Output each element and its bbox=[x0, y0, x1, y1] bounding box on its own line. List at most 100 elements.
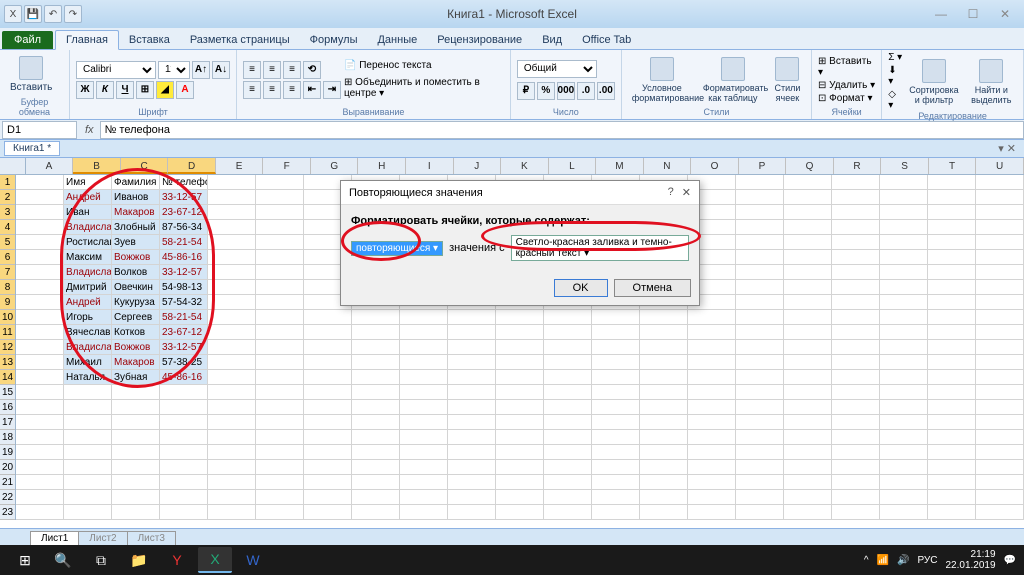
cell-M20[interactable] bbox=[592, 460, 640, 475]
cell-F20[interactable] bbox=[256, 460, 304, 475]
cell-M16[interactable] bbox=[592, 400, 640, 415]
cell-R20[interactable] bbox=[832, 460, 880, 475]
row-headers[interactable]: 1234567891011121314151617181920212223 bbox=[0, 175, 16, 520]
cell-G23[interactable] bbox=[304, 505, 352, 520]
cell-F23[interactable] bbox=[256, 505, 304, 520]
tab-data[interactable]: Данные bbox=[367, 31, 427, 49]
cell-T10[interactable] bbox=[928, 310, 976, 325]
cell-R1[interactable] bbox=[832, 175, 880, 190]
cell-N19[interactable] bbox=[640, 445, 688, 460]
cell-N15[interactable] bbox=[640, 385, 688, 400]
col-header-R[interactable]: R bbox=[834, 158, 882, 174]
cell-B2[interactable]: Андрей bbox=[64, 190, 112, 205]
cell-C8[interactable]: Овечкин bbox=[112, 280, 160, 295]
cell-B4[interactable]: Владислав bbox=[64, 220, 112, 235]
cell-D17[interactable] bbox=[160, 415, 208, 430]
cell-R8[interactable] bbox=[832, 280, 880, 295]
cell-B7[interactable]: Владислав bbox=[64, 265, 112, 280]
explorer-icon[interactable]: 📁 bbox=[122, 547, 156, 573]
cell-R12[interactable] bbox=[832, 340, 880, 355]
cell-G21[interactable] bbox=[304, 475, 352, 490]
cell-B23[interactable] bbox=[64, 505, 112, 520]
cell-A9[interactable] bbox=[16, 295, 64, 310]
cell-C13[interactable]: Макаров bbox=[112, 355, 160, 370]
orientation-icon[interactable]: ⟲ bbox=[303, 61, 321, 79]
cell-U21[interactable] bbox=[976, 475, 1024, 490]
cell-F19[interactable] bbox=[256, 445, 304, 460]
cell-T14[interactable] bbox=[928, 370, 976, 385]
cell-P5[interactable] bbox=[736, 235, 784, 250]
cell-L16[interactable] bbox=[544, 400, 592, 415]
cell-F17[interactable] bbox=[256, 415, 304, 430]
cell-I18[interactable] bbox=[400, 430, 448, 445]
cell-N23[interactable] bbox=[640, 505, 688, 520]
cell-R22[interactable] bbox=[832, 490, 880, 505]
cell-P8[interactable] bbox=[736, 280, 784, 295]
cell-K15[interactable] bbox=[496, 385, 544, 400]
cell-B22[interactable] bbox=[64, 490, 112, 505]
cell-C23[interactable] bbox=[112, 505, 160, 520]
cell-B20[interactable] bbox=[64, 460, 112, 475]
cell-E20[interactable] bbox=[208, 460, 256, 475]
cell-U1[interactable] bbox=[976, 175, 1024, 190]
cell-D5[interactable]: 58-21-54 bbox=[160, 235, 208, 250]
cell-R11[interactable] bbox=[832, 325, 880, 340]
cell-N21[interactable] bbox=[640, 475, 688, 490]
cell-M12[interactable] bbox=[592, 340, 640, 355]
tray-up-icon[interactable]: ^ bbox=[864, 555, 869, 566]
cell-C6[interactable]: Вожжов bbox=[112, 250, 160, 265]
cell-R5[interactable] bbox=[832, 235, 880, 250]
cell-G10[interactable] bbox=[304, 310, 352, 325]
cell-L22[interactable] bbox=[544, 490, 592, 505]
cell-B6[interactable]: Максим bbox=[64, 250, 112, 265]
cell-H21[interactable] bbox=[352, 475, 400, 490]
maximize-button[interactable]: ☐ bbox=[958, 5, 988, 23]
cell-Q11[interactable] bbox=[784, 325, 832, 340]
cell-B12[interactable]: Владислав bbox=[64, 340, 112, 355]
cell-I22[interactable] bbox=[400, 490, 448, 505]
cell-L10[interactable] bbox=[544, 310, 592, 325]
cell-F7[interactable] bbox=[256, 265, 304, 280]
cell-O16[interactable] bbox=[688, 400, 736, 415]
cell-S6[interactable] bbox=[880, 250, 928, 265]
cell-E15[interactable] bbox=[208, 385, 256, 400]
cell-R15[interactable] bbox=[832, 385, 880, 400]
cell-A18[interactable] bbox=[16, 430, 64, 445]
col-header-Q[interactable]: Q bbox=[786, 158, 834, 174]
cell-M19[interactable] bbox=[592, 445, 640, 460]
cell-P12[interactable] bbox=[736, 340, 784, 355]
cell-D6[interactable]: 45-86-16 bbox=[160, 250, 208, 265]
tab-review[interactable]: Рецензирование bbox=[427, 31, 532, 49]
cell-C21[interactable] bbox=[112, 475, 160, 490]
cell-T5[interactable] bbox=[928, 235, 976, 250]
cell-R19[interactable] bbox=[832, 445, 880, 460]
cell-D7[interactable]: 33-12-57 bbox=[160, 265, 208, 280]
cell-E1[interactable] bbox=[208, 175, 256, 190]
cell-J15[interactable] bbox=[448, 385, 496, 400]
cell-D20[interactable] bbox=[160, 460, 208, 475]
cell-T12[interactable] bbox=[928, 340, 976, 355]
cell-F10[interactable] bbox=[256, 310, 304, 325]
grow-font-icon[interactable]: A↑ bbox=[192, 61, 210, 79]
find-select-button[interactable]: Найти и выделить bbox=[966, 57, 1017, 107]
tray-volume-icon[interactable]: 🔊 bbox=[897, 555, 909, 566]
cell-D10[interactable]: 58-21-54 bbox=[160, 310, 208, 325]
autosum-button[interactable]: Σ ▾ bbox=[888, 52, 902, 63]
fill-button[interactable]: ⬇ ▾ bbox=[888, 65, 902, 87]
cell-E8[interactable] bbox=[208, 280, 256, 295]
cell-U6[interactable] bbox=[976, 250, 1024, 265]
cell-I20[interactable] bbox=[400, 460, 448, 475]
cell-I10[interactable] bbox=[400, 310, 448, 325]
cell-D4[interactable]: 87-56-34 bbox=[160, 220, 208, 235]
cell-C2[interactable]: Иванов bbox=[112, 190, 160, 205]
cell-P13[interactable] bbox=[736, 355, 784, 370]
cell-G12[interactable] bbox=[304, 340, 352, 355]
align-mid-icon[interactable]: ≡ bbox=[263, 61, 281, 79]
row-header-13[interactable]: 13 bbox=[0, 355, 15, 370]
workbook-close-icon[interactable]: ▾ ✕ bbox=[998, 142, 1024, 155]
cell-T3[interactable] bbox=[928, 205, 976, 220]
sheet-tab-3[interactable]: Лист3 bbox=[127, 531, 176, 545]
col-header-I[interactable]: I bbox=[406, 158, 454, 174]
file-tab[interactable]: Файл bbox=[2, 31, 53, 49]
cell-U15[interactable] bbox=[976, 385, 1024, 400]
